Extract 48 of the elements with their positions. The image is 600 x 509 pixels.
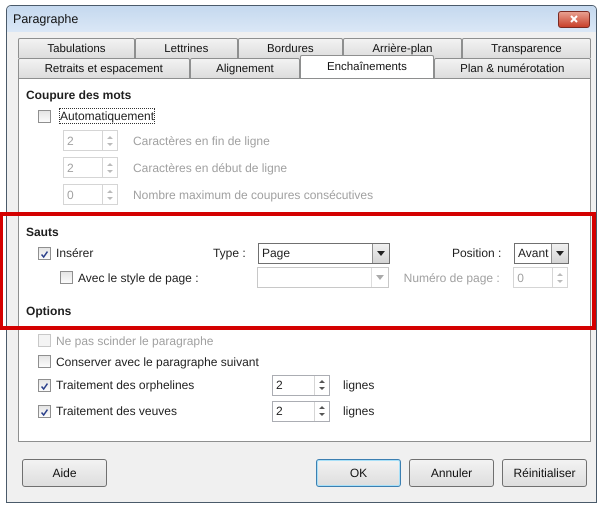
window-title: Paragraphe — [13, 12, 78, 26]
dialog-button[interactable]: Annuler — [409, 459, 494, 487]
section-heading: Options — [26, 303, 72, 320]
dialog-button[interactable]: Aide — [22, 459, 107, 487]
caret-icon — [376, 275, 384, 280]
unit-label: lignes — [343, 404, 374, 418]
section-heading: Coupure des mots — [26, 87, 132, 104]
checkbox[interactable] — [38, 110, 51, 122]
close-button[interactable] — [558, 10, 590, 28]
checkbox-label: Automatiquement — [60, 109, 154, 123]
field-label: Caractères en fin de ligne — [133, 134, 270, 148]
tab[interactable]: Bordures — [238, 38, 344, 58]
caret-icon — [377, 250, 385, 256]
spin-field[interactable]: 2 — [272, 374, 330, 396]
dialog-button[interactable]: Réinitialiser — [502, 459, 587, 487]
field-label: Type : — [213, 246, 247, 260]
tab[interactable]: Enchaînements — [300, 55, 434, 78]
field-label: Nombre maximum de coupures consécutives — [133, 188, 374, 202]
checkbox[interactable] — [38, 378, 51, 392]
unit-label: lignes — [343, 378, 374, 392]
spin-field[interactable]: 2 — [272, 400, 330, 422]
caret-icon — [556, 250, 564, 256]
tab[interactable]: Lettrines — [134, 38, 238, 58]
position-dropdown[interactable]: Avant — [514, 242, 569, 264]
checkbox-label: Traitement des orphelines — [56, 378, 194, 392]
field-label: Position : — [452, 246, 502, 260]
checkbox-label: Avec le style de page : — [78, 270, 199, 284]
field-label: Caractères en début de ligne — [133, 160, 288, 174]
checkbox[interactable] — [38, 404, 51, 418]
section-heading: Sauts — [26, 224, 60, 241]
checkbox-label: Conserver avec le paragraphe suivant — [56, 354, 259, 368]
spinner-arrows-icon — [318, 403, 326, 419]
field-label: Numéro de page : — [404, 270, 501, 284]
checkbox[interactable] — [38, 355, 51, 368]
tab[interactable]: Alignement — [190, 58, 300, 78]
type-dropdown[interactable]: Page — [258, 242, 390, 264]
checkbox-label: Traitement des veuves — [56, 404, 177, 418]
checkbox-label: Ne pas scinder le paragraphe — [56, 334, 214, 348]
checkbox-label: Insérer — [56, 246, 94, 260]
close-icon — [569, 14, 579, 24]
checkbox[interactable] — [60, 271, 73, 284]
tab[interactable]: Transparence — [462, 38, 592, 58]
tab[interactable]: Retraits et espacement — [18, 58, 190, 78]
spinner-arrows-icon — [318, 377, 326, 393]
checkbox[interactable] — [38, 246, 51, 260]
tab[interactable]: Plan & numérotation — [434, 58, 591, 78]
dialog-button[interactable]: OK — [316, 459, 401, 487]
tab[interactable]: Tabulations — [18, 38, 135, 58]
